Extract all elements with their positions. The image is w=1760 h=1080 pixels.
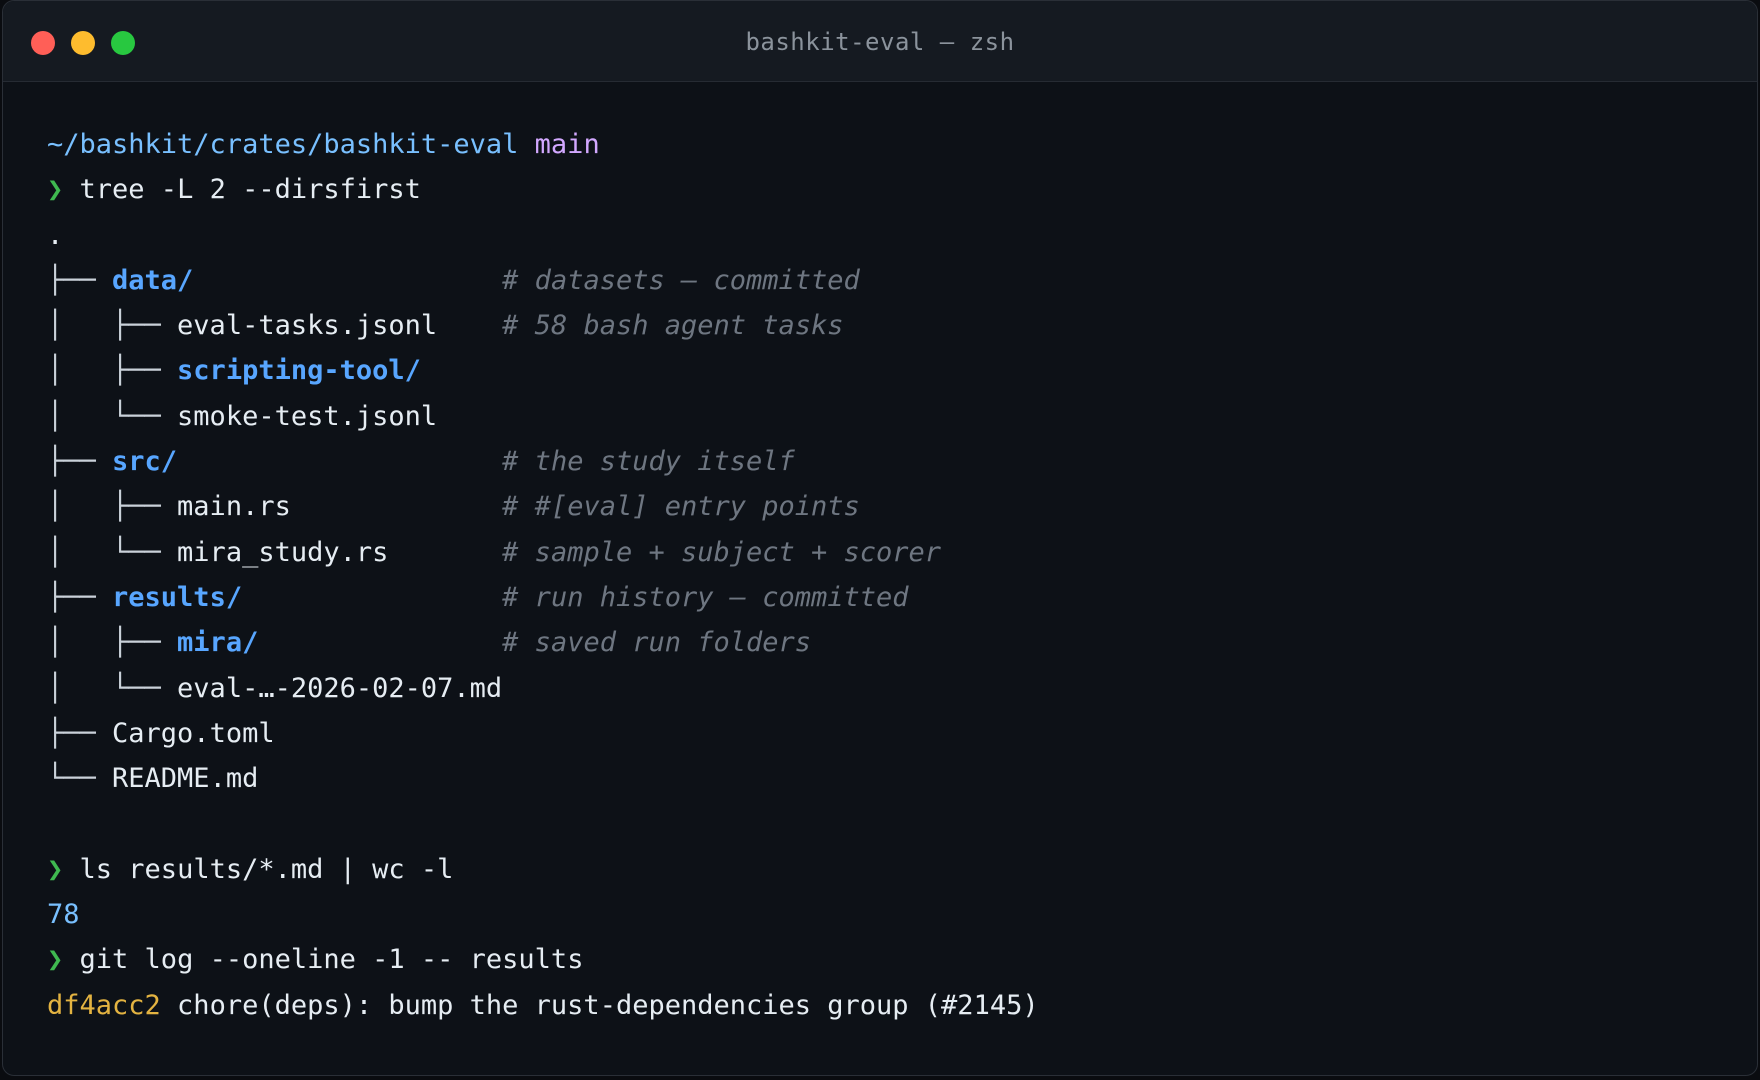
tree-guide: │ ├── <box>47 627 178 659</box>
tree-entry: │ └── eval-…-2026-02-07.md <box>47 666 1757 711</box>
tree-guide: └── <box>47 763 113 795</box>
tree-padding <box>388 537 502 568</box>
tree-entry: │ ├── main.rs # #[eval] entry points <box>47 484 1757 529</box>
tree-padding <box>177 446 502 477</box>
command-text: tree -L 2 --dirsfirst <box>79 174 421 206</box>
tree-entry: ├── src/ # the study itself <box>47 439 1757 484</box>
prompt-symbol: ❯ <box>47 944 64 976</box>
file-name: Cargo.toml <box>112 717 275 749</box>
tree-entry: │ ├── eval-tasks.jsonl # 58 bash agent t… <box>47 303 1757 348</box>
tree-padding <box>193 265 502 296</box>
tree-entry: │ ├── mira/ # saved run folders <box>47 620 1757 665</box>
tree-comment: # 58 bash agent tasks <box>502 310 844 342</box>
tree-entry: ├── results/ # run history — committed <box>47 575 1757 620</box>
tree-comment: # run history — committed <box>502 581 909 613</box>
tree-guide: ├── <box>47 717 113 749</box>
tree-guide: │ ├── <box>47 491 178 523</box>
tree-padding <box>437 310 502 341</box>
tree-guide: │ ├── <box>47 310 178 342</box>
tree-entry: ├── Cargo.toml <box>47 711 1757 756</box>
tree-guide: │ └── <box>47 400 178 432</box>
directory-name: results/ <box>112 581 243 613</box>
command-line-ls: ❯ ls results/*.md | wc -l <box>47 847 1757 892</box>
tree-comment: # the study itself <box>502 446 795 478</box>
file-name: mira_study.rs <box>177 536 389 568</box>
title-bar: bashkit-eval — zsh <box>3 1 1757 82</box>
tree-entry: └── README.md <box>47 756 1757 801</box>
file-name: main.rs <box>177 491 291 523</box>
file-name: eval-tasks.jsonl <box>177 310 438 342</box>
git-log-output: df4acc2 chore(deps): bump the rust-depen… <box>47 983 1757 1028</box>
git-branch: main <box>534 129 600 160</box>
command-text: ls results/*.md | wc -l <box>79 853 454 885</box>
file-name: README.md <box>112 763 259 795</box>
commit-message: chore(deps): bump the rust-dependencies … <box>160 989 1039 1021</box>
tree-guide: ├── <box>47 446 113 478</box>
directory-name: src/ <box>112 446 178 478</box>
directory-name: data/ <box>112 264 194 296</box>
directory-name: mira/ <box>177 627 259 659</box>
file-name: eval-…-2026-02-07.md <box>177 672 503 704</box>
file-name: smoke-test.jsonl <box>177 400 438 432</box>
tree-output: ├── data/ # datasets — committed │ ├── ev… <box>47 258 1757 802</box>
tree-padding <box>291 491 502 522</box>
prompt-header: ~/bashkit/crates/bashkit-eval main <box>47 122 1757 167</box>
tree-entry: │ └── smoke-test.jsonl <box>47 394 1757 439</box>
command-line-tree: ❯ tree -L 2 --dirsfirst <box>47 167 1757 212</box>
tree-entry: ├── data/ # datasets — committed <box>47 258 1757 303</box>
terminal-content[interactable]: ~/bashkit/crates/bashkit-eval main ❯ tre… <box>3 82 1757 1028</box>
tree-guide: ├── <box>47 581 113 613</box>
prompt-symbol: ❯ <box>47 174 64 206</box>
tree-comment: # saved run folders <box>502 627 812 659</box>
window-title: bashkit-eval — zsh <box>745 28 1015 56</box>
tree-padding <box>258 627 502 658</box>
tree-guide: │ └── <box>47 672 178 704</box>
cwd-path: ~/bashkit/crates/bashkit-eval <box>47 129 519 160</box>
prompt-symbol: ❯ <box>47 853 64 885</box>
tree-entry: │ └── mira_study.rs # sample + subject +… <box>47 530 1757 575</box>
ls-output: 78 <box>47 899 80 931</box>
tree-root: . <box>47 219 64 251</box>
tree-guide: ├── <box>47 264 113 296</box>
tree-comment: # sample + subject + scorer <box>502 536 942 568</box>
directory-name: scripting-tool/ <box>177 355 421 387</box>
command-line-git: ❯ git log --oneline -1 -- results <box>47 937 1757 982</box>
terminal-window: bashkit-eval — zsh ~/bashkit/crates/bash… <box>2 0 1758 1076</box>
tree-entry: │ ├── scripting-tool/ <box>47 348 1757 393</box>
tree-guide: │ └── <box>47 536 178 568</box>
tree-comment: # #[eval] entry points <box>502 491 860 523</box>
commit-hash: df4acc2 <box>47 989 161 1021</box>
command-text: git log --oneline -1 -- results <box>79 944 584 976</box>
tree-padding <box>242 582 502 613</box>
tree-guide: │ ├── <box>47 355 178 387</box>
tree-comment: # datasets — committed <box>502 264 860 296</box>
